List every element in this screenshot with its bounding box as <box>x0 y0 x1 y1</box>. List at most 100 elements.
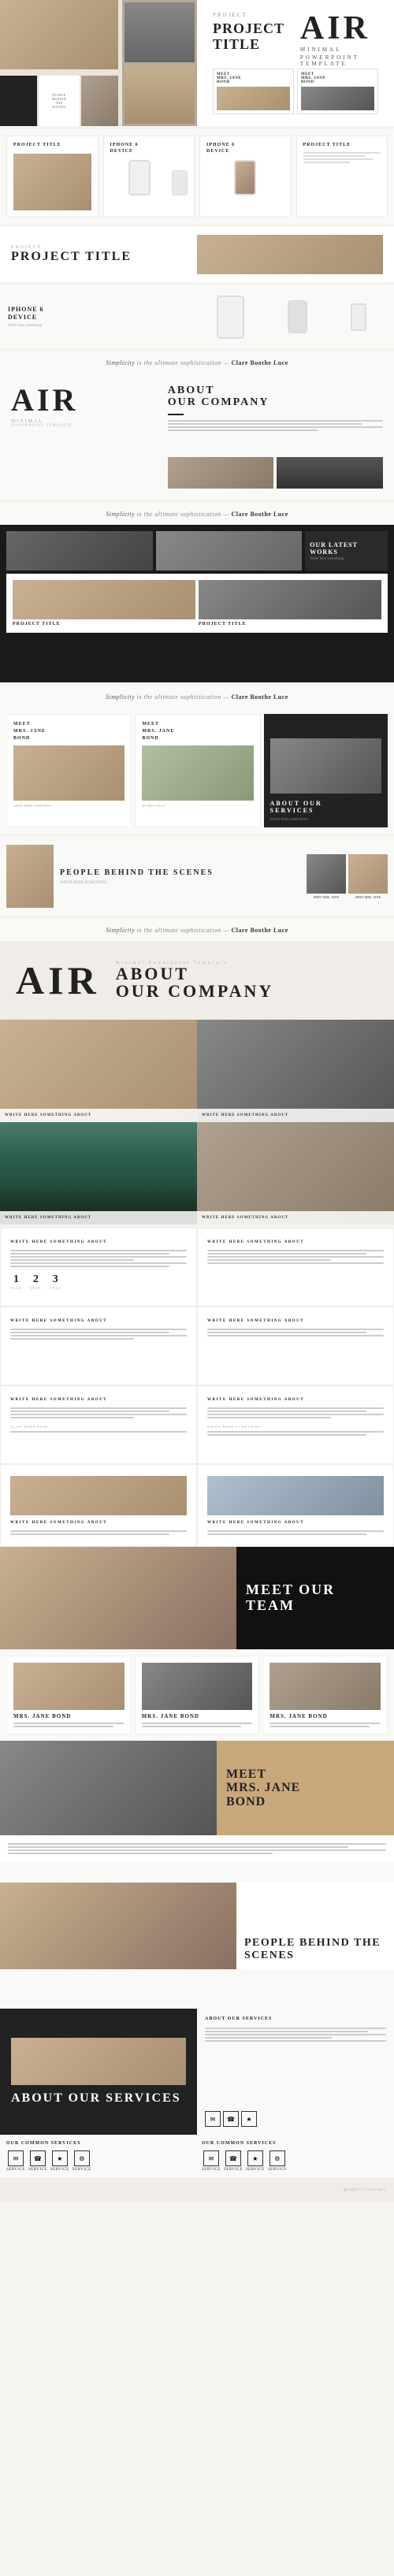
services-dark-title: ABOUT OURSERVICES <box>270 800 381 815</box>
air-tagline: MINIMAL <box>300 46 378 53</box>
write-label-1: WRITE HERE SOMETHING ABOUT <box>10 1240 187 1245</box>
large-about-header: AIR Minimal Powerpoint Template ABOUTOUR… <box>0 941 394 1020</box>
phone-large-2 <box>234 160 256 195</box>
write-lines-3 <box>10 1329 187 1340</box>
devices-row-2 <box>206 160 284 195</box>
card-2-label: MEETMRS. JANEBOND <box>301 72 374 84</box>
air-large: AIR <box>11 385 160 416</box>
footer-label: graphicriver.net <box>344 2188 386 2192</box>
phone-2 <box>288 300 307 333</box>
quote-strip-2: Simplicity is the ultimate sophisticatio… <box>0 503 394 525</box>
iphone-devices <box>197 296 386 339</box>
slide-lines <box>303 152 381 210</box>
grid-cell-1: WRITE HERE SOMETHING ABOUT <box>0 1020 197 1122</box>
meet-jane-role-2: DU BIST TOLLE <box>142 804 253 808</box>
write-lines-2 <box>207 1250 384 1264</box>
phone-1 <box>217 296 244 339</box>
people-img-area <box>0 1883 236 1969</box>
large-about-section: AIR Minimal Powerpoint Template ABOUTOUR… <box>0 941 394 1225</box>
strip-dark <box>0 76 37 126</box>
ci-6: ☎ SERVICE <box>224 2150 243 2172</box>
team-title: MEET OUR TEAM <box>246 1582 385 1614</box>
about-text-lines <box>168 420 383 431</box>
quote-2: Simplicity is the ultimate sophisticatio… <box>106 511 288 518</box>
meet-jane-label: MEETMRS. JANEBOND <box>13 721 125 742</box>
write-grid-2: WRITE HERE SOMETHING ABOUT WRITE HERE SO… <box>0 1307 394 1385</box>
line-3 <box>303 158 374 160</box>
icon-3-glyph: ★ <box>246 2116 251 2123</box>
slide-project-img <box>13 154 91 210</box>
write-cell-3: WRITE HERE SOMETHING ABOUT <box>0 1307 197 1385</box>
common-services-block-2: OUR COMMON SERVICES ✉ SERVICE ☎ SERVICE … <box>195 2141 388 2172</box>
slide-iphone-2: IPHONE 6DEVICE <box>199 136 292 217</box>
grid-overlay-4: WRITE HERE SOMETHING ABOUT <box>197 1211 394 1225</box>
write-cell-4: WRITE HERE SOMETHING ABOUT <box>197 1307 394 1385</box>
line-2 <box>303 155 366 157</box>
team-card-name-1: MRS. JANE BOND <box>13 1713 125 1719</box>
ci-4-icon: ⚙ <box>74 2150 90 2166</box>
common-services-row-1: OUR COMMON SERVICES ✉ SERVICE ☎ SERVICE … <box>0 2135 394 2178</box>
write-label-8: WRITE HERE SOMETHING ABOUT <box>207 1520 384 1526</box>
team-card-1: MRS. JANE BOND <box>6 1656 132 1734</box>
ci-4: ⚙ SERVICE <box>72 2150 91 2172</box>
ci-1: ✉ SERVICE <box>6 2150 25 2172</box>
hero-img-side-top <box>125 2 195 62</box>
people-strip-text: PEOPLE BEHIND THE SCENES WRITE HERE SOME… <box>60 868 300 885</box>
services-right: ABOUT OUR SERVICES ✉ ☎ ★ <box>197 2009 394 2135</box>
grid-img-1 <box>0 1020 197 1122</box>
common-services-block-1: OUR COMMON SERVICES ✉ SERVICE ☎ SERVICE … <box>6 2141 192 2172</box>
team-card-2: MRS. JANE BOND <box>135 1656 260 1734</box>
grid-img-3 <box>0 1122 197 1225</box>
line-4 <box>303 162 350 163</box>
services-dark-card: ABOUT OURSERVICES WRITE HERE SOMETHING <box>264 714 388 827</box>
air-logo: AIR <box>300 12 378 45</box>
large-air: AIR <box>16 961 100 1000</box>
write-add-label: WRITE HERE SOMETHING <box>207 1425 384 1429</box>
meet-jane-img-2 <box>142 745 253 801</box>
psc-1: MEET MRS. JANE <box>307 854 346 899</box>
stat-3: 3 YEAR <box>50 1273 61 1290</box>
common-icons-1: ✉ SERVICE ☎ SERVICE ★ SERVICE ⚙ SERVICE <box>6 2150 192 2172</box>
services-right-title: ABOUT OUR SERVICES <box>205 2017 386 2021</box>
about-grid: WRITE HERE SOMETHING ABOUT WRITE HERE SO… <box>0 1020 394 1225</box>
line-1 <box>303 152 381 154</box>
jane-section: MEETMRS. JANEBOND <box>0 1741 394 1883</box>
about-img-1 <box>168 457 274 489</box>
strip-img <box>81 76 118 126</box>
write-here-additional: WRITE HERE SOMETHING <box>207 1425 384 1436</box>
iphone-title-2: IPHONE 6DEVICE <box>206 143 284 155</box>
meet-jane-card-2: MEETMRS. JANEBOND DU BIST TOLLE <box>135 714 260 827</box>
hero-img-top <box>0 0 118 69</box>
team-card-img-3 <box>269 1663 381 1710</box>
project-title: PROJECT TITLE <box>213 21 300 53</box>
proj-img-1 <box>13 580 195 619</box>
clow-label: CLOW HERE HERE <box>10 1425 187 1429</box>
tl-2 <box>168 423 362 425</box>
ci-1-icon: ✉ <box>8 2150 24 2166</box>
icon-1-glyph: ✉ <box>210 2116 216 2123</box>
air-template: POWERPOINT TEMPLATE <box>11 424 160 428</box>
clow-here-label: CLOW HERE HERE <box>10 1425 187 1433</box>
jane-title-box: MEETMRS. JANEBOND <box>217 1741 394 1835</box>
services-left: ABOUT OUR SERVICES <box>0 2009 197 2135</box>
about-img-row <box>168 457 383 489</box>
hero-bottom-strip: PEOPLEBEHINDTHESCENES <box>0 76 118 126</box>
ci-3-icon: ★ <box>52 2150 68 2166</box>
devices-row-1 <box>110 160 188 195</box>
write-img-7 <box>10 1476 187 1515</box>
team-section: MEET OUR TEAM MRS. JANE BOND MRS. JANE B… <box>0 1547 394 1741</box>
quote-strip-1: Simplicity is the ultimate sophisticatio… <box>0 351 394 374</box>
icon-3: ★ <box>241 2111 257 2127</box>
strip-label: PEOPLEBEHINDTHESCENES <box>52 93 66 109</box>
ci-3: ★ SERVICE <box>50 2150 69 2172</box>
jane-title: MEETMRS. JANEBOND <box>226 1768 385 1809</box>
write-lines-5 <box>10 1407 187 1418</box>
people-header: PEOPLE BEHIND THE SCENES <box>0 1883 394 1969</box>
grid-img-2 <box>197 1020 394 1122</box>
proj-card-2: PROJECT TITLE <box>199 580 381 626</box>
dark-latest-title: OUR LATEST WORKS <box>310 541 383 556</box>
team-bg <box>0 1547 236 1649</box>
slide-iphone-1: IPHONE 6DEVICE <box>103 136 195 217</box>
about-accent <box>168 414 184 415</box>
hero-right-top: PROJECT PROJECT TITLE AIR MINIMAL POWERP… <box>213 12 378 67</box>
